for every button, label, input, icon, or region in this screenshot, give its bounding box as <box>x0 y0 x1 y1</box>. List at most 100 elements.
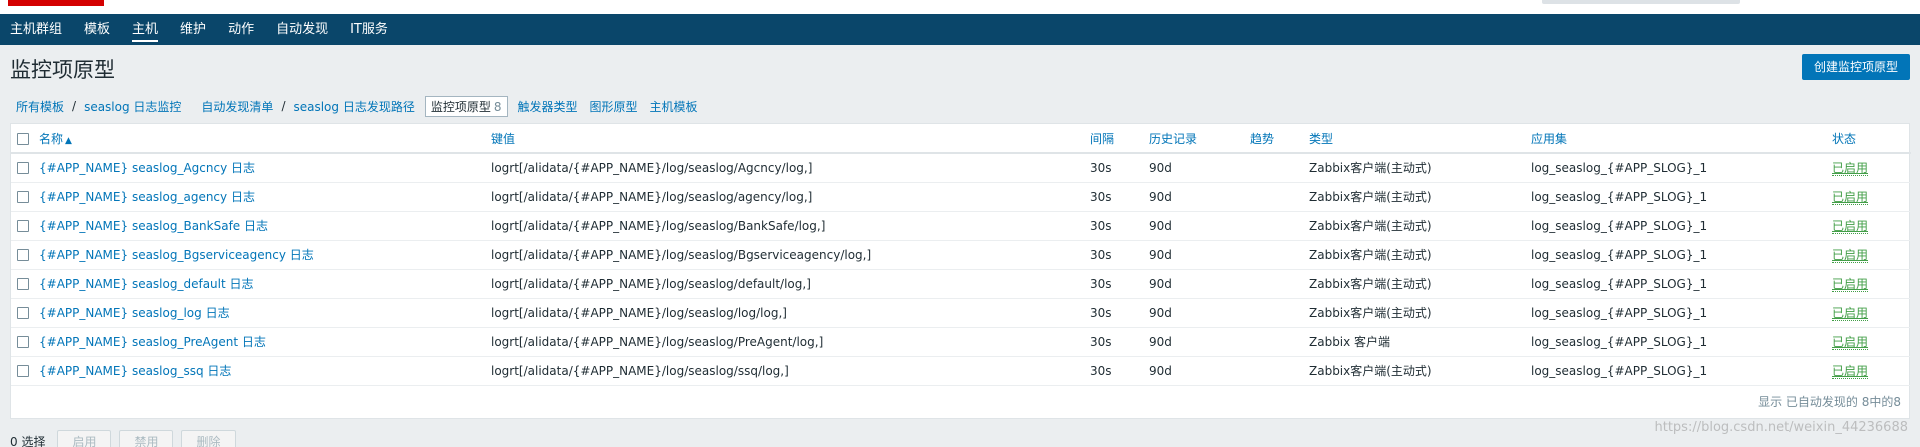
table-cell: {#APP_NAME} seaslog_default 日志 <box>39 269 491 299</box>
row-checkbox[interactable] <box>17 249 29 261</box>
table-cell: 已启用 <box>1832 211 1911 241</box>
breadcrumb-template[interactable]: seaslog 日志监控 <box>78 98 187 115</box>
nav-item-host-groups[interactable]: 主机群组 <box>0 14 74 45</box>
tab-item-prototypes[interactable]: 监控项原型 8 <box>424 95 508 117</box>
nav-item-discovery[interactable]: 自动发现 <box>266 14 340 45</box>
column-header-history[interactable]: 历史记录 <box>1149 124 1250 154</box>
item-application: log_seaslog_{#APP_SLOG}_1 <box>1531 356 1832 386</box>
breadcrumb-discovery-list[interactable]: 自动发现清单 <box>195 98 279 115</box>
row-checkbox[interactable] <box>17 162 29 175</box>
item-name-link[interactable]: {#APP_NAME} seaslog_agency 日志 <box>39 190 255 204</box>
item-interval: 30s <box>1090 182 1149 212</box>
item-interval: 30s <box>1090 211 1149 241</box>
main-navigation: 主机群组 模板 主机 维护 动作 自动发现 IT服务 <box>0 14 1920 45</box>
column-header-trends[interactable]: 趋势 <box>1250 124 1309 154</box>
sort-asc-icon: ▲ <box>65 135 72 146</box>
create-item-prototype-button[interactable]: 创建监控项原型 <box>1802 54 1910 80</box>
status-toggle[interactable]: 已启用 <box>1832 161 1869 177</box>
item-key: logrt[/alidata/{#APP_NAME}/log/seaslog/B… <box>491 240 1090 270</box>
table-header-row: 名称 ▲ 键值 间隔 历史记录 趋势 类型 应用集 状态 <box>11 124 1911 154</box>
row-checkbox[interactable] <box>17 191 29 203</box>
item-name-link[interactable]: {#APP_NAME} seaslog_Bgserviceagency 日志 <box>39 248 314 262</box>
breadcrumb: 所有模板 / seaslog 日志监控 自动发现清单 / seaslog 日志发… <box>10 95 704 117</box>
status-toggle[interactable]: 已启用 <box>1832 335 1869 350</box>
item-trends <box>1250 182 1309 212</box>
item-trends <box>1250 211 1309 241</box>
row-checkbox[interactable] <box>17 220 29 232</box>
nav-item-templates[interactable]: 模板 <box>74 14 122 45</box>
table-cell: 已启用 <box>1832 240 1911 270</box>
status-toggle[interactable]: 已启用 <box>1832 306 1869 321</box>
row-checkbox[interactable] <box>17 307 29 319</box>
nav-item-maintenance[interactable]: 维护 <box>170 14 218 45</box>
item-history: 90d <box>1149 356 1250 386</box>
item-application: log_seaslog_{#APP_SLOG}_1 <box>1531 240 1832 270</box>
item-history: 90d <box>1149 182 1250 212</box>
table-cell: {#APP_NAME} seaslog_Bgserviceagency 日志 <box>39 240 491 270</box>
table-cell: 已启用 <box>1832 298 1911 328</box>
item-interval: 30s <box>1090 327 1149 357</box>
table-cell <box>11 269 39 299</box>
tab-item-prototypes-label: 监控项原型 <box>430 99 491 114</box>
item-name-link[interactable]: {#APP_NAME} seaslog_ssq 日志 <box>39 364 231 378</box>
status-toggle[interactable]: 已启用 <box>1832 219 1869 234</box>
item-history: 90d <box>1149 269 1250 299</box>
nav-item-actions[interactable]: 动作 <box>218 14 266 45</box>
breadcrumb-discovery-rule[interactable]: seaslog 日志发现路径 <box>287 98 420 115</box>
status-toggle[interactable]: 已启用 <box>1832 248 1869 263</box>
column-header-name[interactable]: 名称 ▲ <box>39 124 491 154</box>
status-toggle[interactable]: 已启用 <box>1832 277 1869 292</box>
item-history: 90d <box>1149 240 1250 270</box>
item-name-link[interactable]: {#APP_NAME} seaslog_default 日志 <box>39 277 254 291</box>
table-cell: 已启用 <box>1832 356 1911 386</box>
nav-item-hosts[interactable]: 主机 <box>122 14 170 45</box>
nav-item-it-services[interactable]: IT服务 <box>340 14 400 45</box>
item-history: 90d <box>1149 153 1250 183</box>
column-header-interval[interactable]: 间隔 <box>1090 124 1149 154</box>
item-trends <box>1250 356 1309 386</box>
table-cell: {#APP_NAME} seaslog_Agcncy 日志 <box>39 153 491 183</box>
item-interval: 30s <box>1090 356 1149 386</box>
item-prototypes-table: 名称 ▲ 键值 间隔 历史记录 趋势 类型 应用集 状态 {#APP_NAME} … <box>11 124 1911 386</box>
item-history: 90d <box>1149 211 1250 241</box>
item-prototypes-panel: 名称 ▲ 键值 间隔 历史记录 趋势 类型 应用集 状态 {#APP_NAME} … <box>10 123 1911 419</box>
breadcrumb-separator: / <box>72 99 77 113</box>
item-interval: 30s <box>1090 298 1149 328</box>
row-checkbox[interactable] <box>17 278 29 290</box>
item-name-link[interactable]: {#APP_NAME} seaslog_PreAgent 日志 <box>39 335 266 349</box>
item-name-link[interactable]: {#APP_NAME} seaslog_Agcncy 日志 <box>39 161 255 175</box>
column-header-type[interactable]: 类型 <box>1309 124 1531 154</box>
tab-host-prototypes[interactable]: 主机模板 <box>644 98 704 115</box>
status-toggle[interactable]: 已启用 <box>1832 190 1869 205</box>
item-trends <box>1250 298 1309 328</box>
table-cell: 已启用 <box>1832 269 1911 299</box>
item-key: logrt[/alidata/{#APP_NAME}/log/seaslog/l… <box>491 298 1090 328</box>
item-application: log_seaslog_{#APP_SLOG}_1 <box>1531 298 1832 328</box>
column-header-key[interactable]: 键值 <box>491 124 1090 154</box>
search-box[interactable] <box>1542 0 1740 4</box>
tab-trigger-prototypes[interactable]: 触发器类型 <box>512 98 584 115</box>
column-header-status[interactable]: 状态 <box>1832 124 1911 154</box>
enable-button[interactable]: 启用 <box>57 430 112 447</box>
delete-button[interactable]: 删除 <box>181 430 236 447</box>
item-key: logrt[/alidata/{#APP_NAME}/log/seaslog/a… <box>491 182 1090 212</box>
row-checkbox[interactable] <box>17 336 29 348</box>
select-all-checkbox[interactable] <box>17 132 29 145</box>
table-cell <box>11 211 39 241</box>
table-row: {#APP_NAME} seaslog_PreAgent 日志 logrt[/al… <box>11 327 1911 357</box>
item-key: logrt[/alidata/{#APP_NAME}/log/seaslog/A… <box>491 153 1090 183</box>
item-name-link[interactable]: {#APP_NAME} seaslog_BankSafe 日志 <box>39 219 268 233</box>
item-trends <box>1250 269 1309 299</box>
disable-button[interactable]: 禁用 <box>119 430 174 447</box>
status-toggle[interactable]: 已启用 <box>1832 364 1869 379</box>
item-application: log_seaslog_{#APP_SLOG}_1 <box>1531 182 1832 212</box>
row-checkbox[interactable] <box>17 365 29 377</box>
item-type: Zabbix客户端(主动式) <box>1309 356 1531 386</box>
breadcrumb-all-templates[interactable]: 所有模板 <box>10 98 70 115</box>
table-cell <box>11 327 39 357</box>
tab-graph-prototypes[interactable]: 图形原型 <box>584 98 644 115</box>
table-cell: 已启用 <box>1832 327 1911 357</box>
item-name-link[interactable]: {#APP_NAME} seaslog_log 日志 <box>39 306 230 320</box>
table-footer-count: 显示 已自动发现的 8中的8 <box>1758 395 1901 409</box>
logo <box>8 0 104 6</box>
